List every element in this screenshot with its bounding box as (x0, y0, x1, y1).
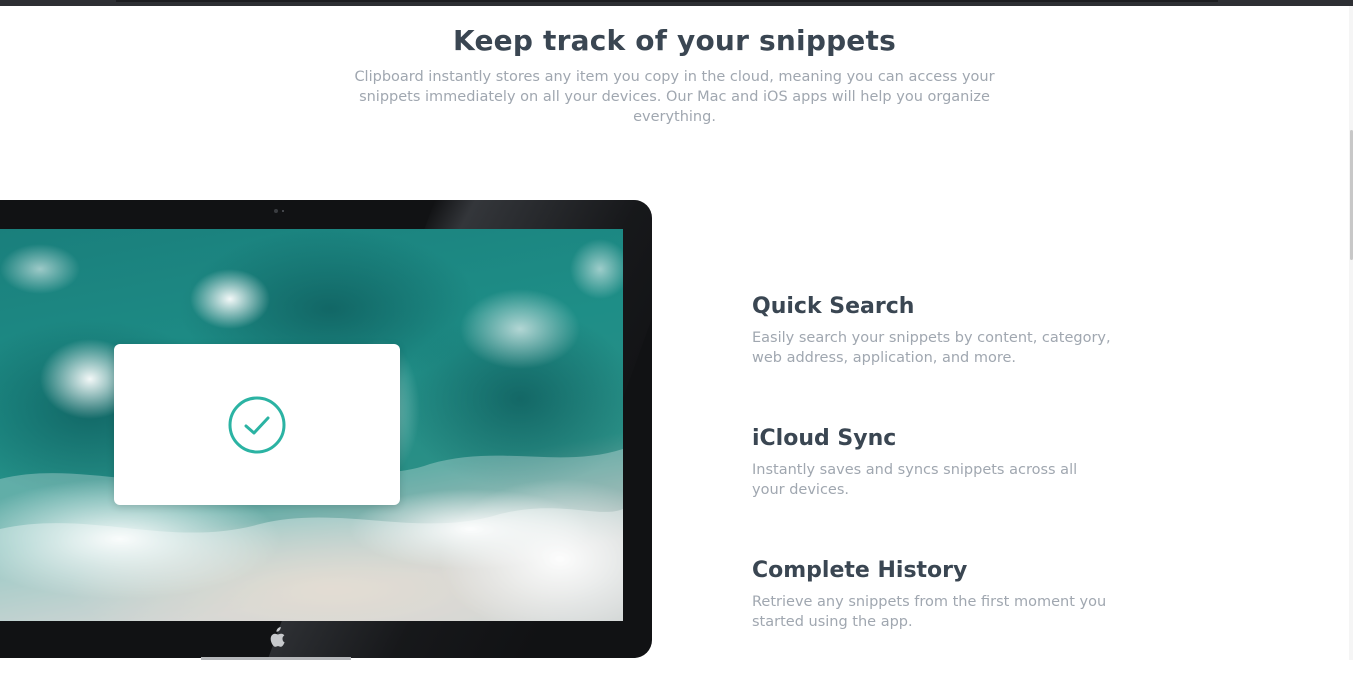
browser-top-bar (0, 0, 1353, 6)
intro-section: Keep track of your snippets Clipboard in… (0, 24, 1349, 127)
feature-title: Quick Search (752, 294, 915, 319)
feature-title: Complete History (752, 558, 968, 583)
monitor-mockup (0, 200, 652, 658)
feature-quick-search: Quick Search Easily search your snippets… (752, 292, 1132, 368)
scrollbar-track[interactable] (1349, 6, 1353, 660)
feature-title: iCloud Sync (752, 426, 897, 451)
section-title: Keep track of your snippets (453, 24, 896, 57)
feature-description: Easily search your snippets by content, … (752, 330, 1111, 366)
top-bar-strip (116, 0, 1218, 2)
checkmark-circle-icon (228, 396, 286, 454)
camera-icon (274, 209, 278, 213)
monitor-screen (0, 229, 623, 621)
confirmation-card (114, 344, 400, 505)
feature-description: Retrieve any snippets from the first mom… (752, 594, 1107, 630)
feature-description: Instantly saves and syncs snippets acros… (752, 462, 1078, 498)
camera-sensor (282, 210, 284, 212)
section-description: Clipboard instantly stores any item you … (354, 69, 995, 125)
features-list: Quick Search Easily search your snippets… (752, 292, 1132, 688)
feature-complete-history: Complete History Retrieve any snippets f… (752, 556, 1132, 632)
apple-logo-icon (270, 627, 285, 647)
feature-icloud-sync: iCloud Sync Instantly saves and syncs sn… (752, 424, 1132, 500)
